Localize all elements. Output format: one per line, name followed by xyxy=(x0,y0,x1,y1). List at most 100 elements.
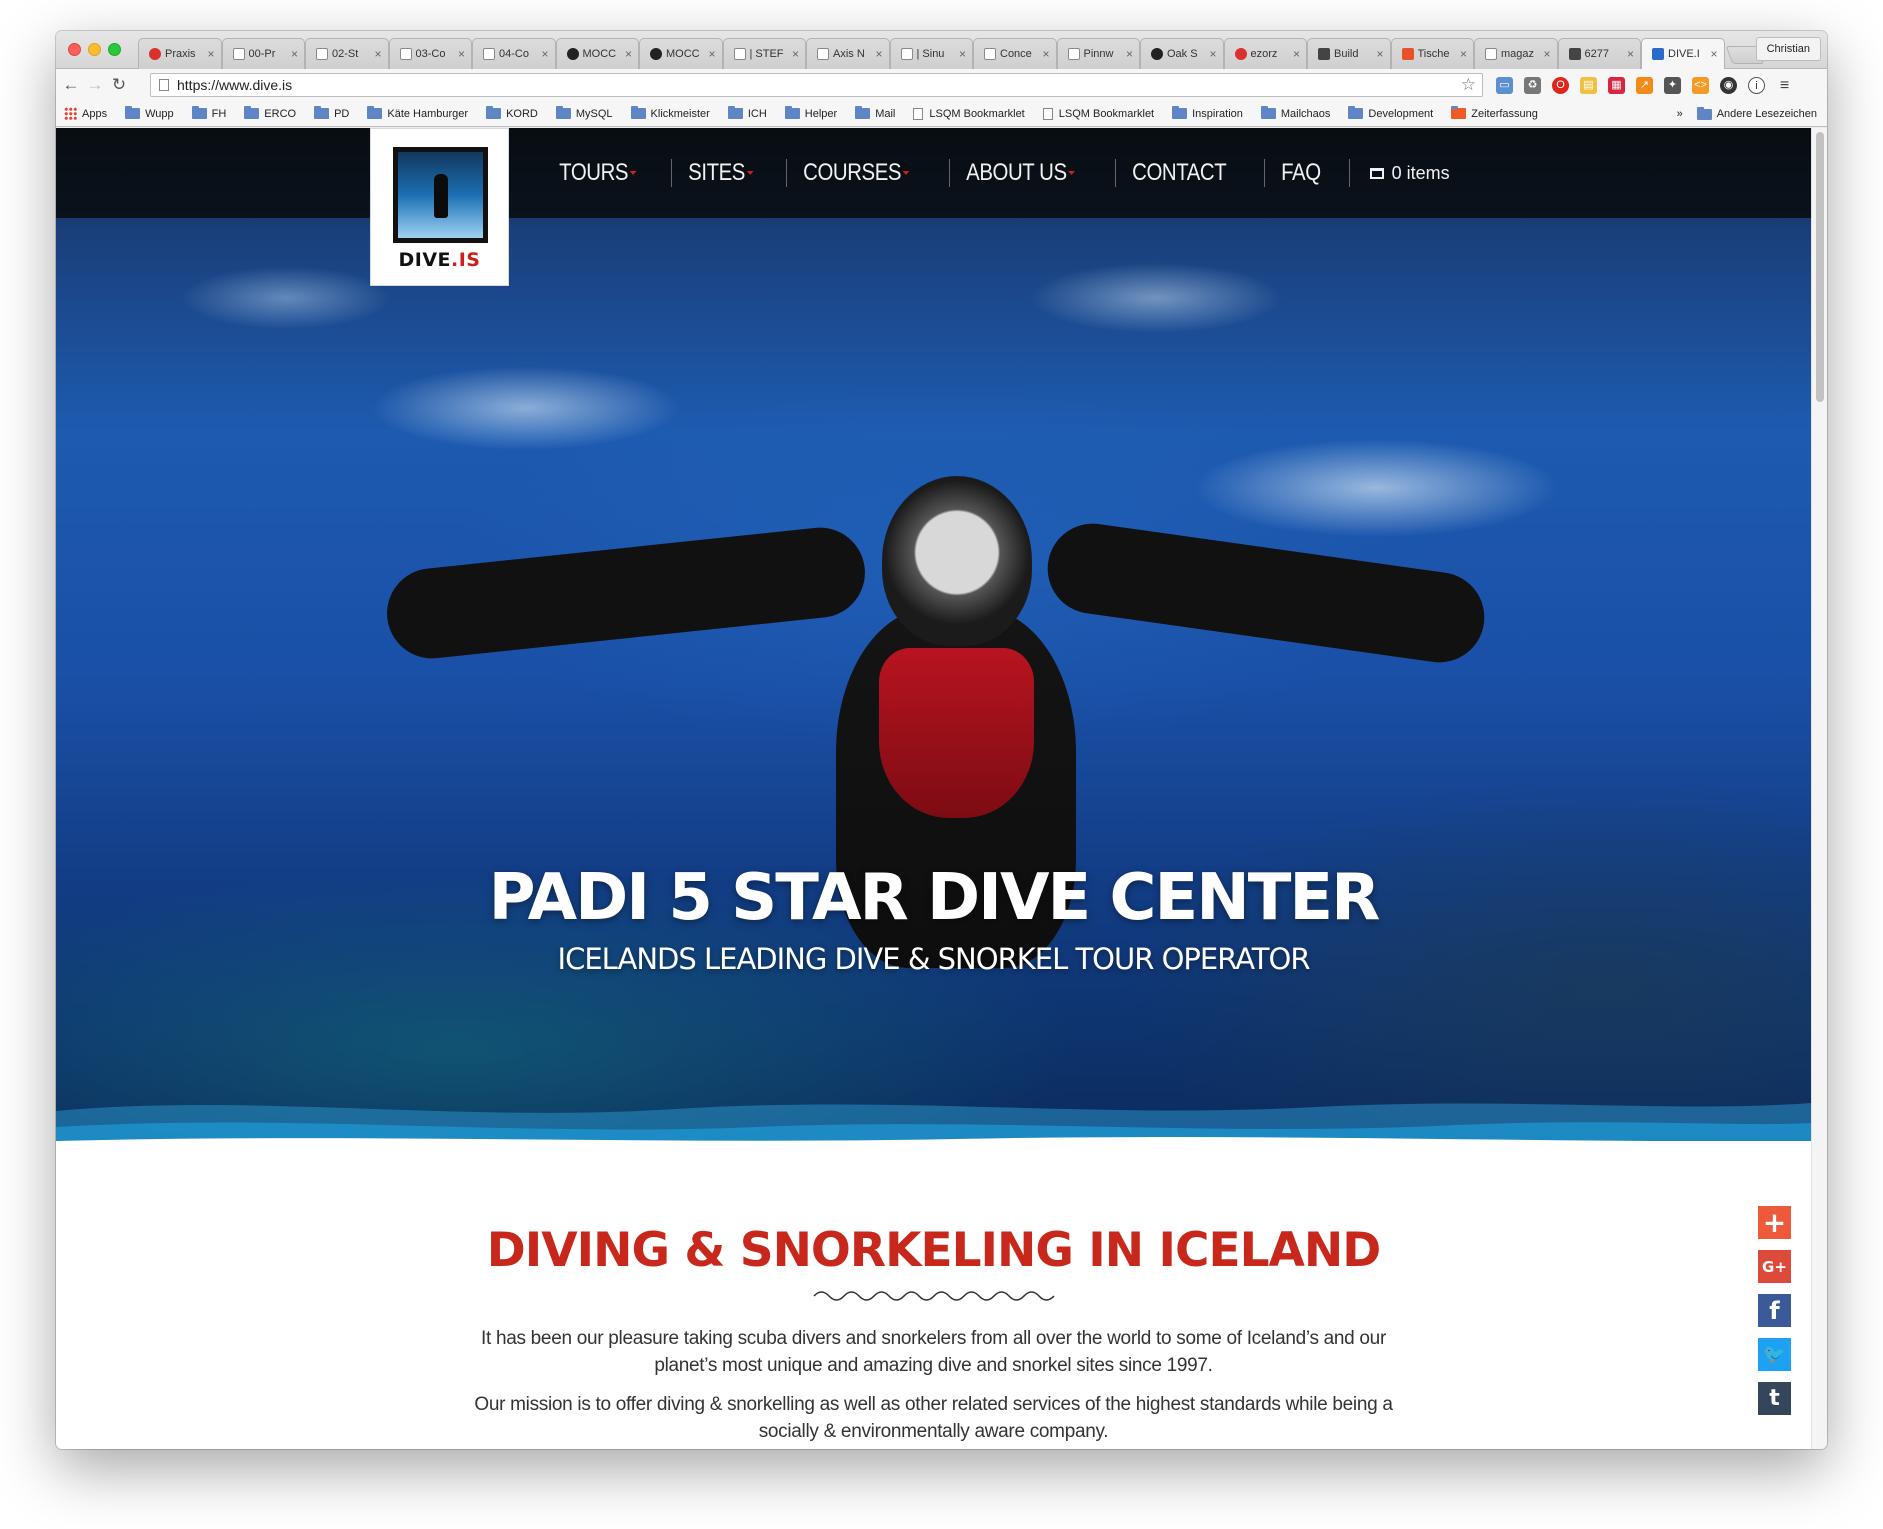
maximize-window-button[interactable] xyxy=(108,43,121,56)
browser-tab[interactable]: Tische × xyxy=(1390,38,1474,69)
tab-close-icon[interactable]: × xyxy=(708,47,715,61)
note-extension-icon[interactable]: ▤ xyxy=(1580,77,1597,94)
browser-tab[interactable]: Build × xyxy=(1307,38,1391,69)
browser-tab[interactable]: Praxis × xyxy=(138,38,222,69)
google-plus-icon[interactable]: G+ xyxy=(1758,1250,1791,1283)
bookmark-item[interactable]: ICH xyxy=(727,106,767,120)
tab-close-icon[interactable]: × xyxy=(1042,47,1049,61)
browser-tab[interactable]: Conce × xyxy=(973,38,1057,69)
grid-extension-icon[interactable]: ▦ xyxy=(1608,77,1625,94)
bookmark-item[interactable]: Development xyxy=(1348,106,1433,120)
tab-close-icon[interactable]: × xyxy=(1293,47,1300,61)
nav-item-courses[interactable]: COURSES xyxy=(787,159,925,187)
tab-close-icon[interactable]: × xyxy=(1710,47,1717,61)
browser-tab[interactable]: | Sinu × xyxy=(889,38,973,69)
browser-tab[interactable]: | STEF × xyxy=(722,38,806,69)
opera-extension-icon[interactable]: O xyxy=(1552,77,1569,94)
nav-item-faq[interactable]: FAQ xyxy=(1265,159,1336,187)
tab-close-icon[interactable]: × xyxy=(1543,47,1550,61)
tab-close-icon[interactable]: × xyxy=(625,47,632,61)
nav-item-sites[interactable]: SITES xyxy=(672,159,769,187)
bookmark-item[interactable]: FH xyxy=(191,106,226,120)
forward-button[interactable]: → xyxy=(84,74,106,96)
tab-close-icon[interactable]: × xyxy=(374,47,381,61)
chart-extension-icon[interactable]: ↗ xyxy=(1636,77,1653,94)
bookmark-item[interactable]: Mailchaos xyxy=(1260,106,1330,120)
browser-tab[interactable]: 6277 × xyxy=(1557,38,1641,69)
browser-tab[interactable]: MOCC × xyxy=(555,38,639,69)
circle-icon xyxy=(566,48,579,60)
add-share-icon[interactable]: + xyxy=(1758,1206,1791,1239)
profile-button[interactable]: Christian xyxy=(1755,37,1821,61)
tab-close-icon[interactable]: × xyxy=(458,47,465,61)
tumblr-icon[interactable]: t xyxy=(1758,1382,1791,1415)
bookmark-star-icon[interactable]: ☆ xyxy=(1461,74,1476,96)
bookmark-item[interactable]: ERCO xyxy=(244,106,296,120)
facebook-icon[interactable]: f xyxy=(1758,1294,1791,1327)
browser-tab[interactable]: 02-St × xyxy=(305,38,389,69)
tab-close-icon[interactable]: × xyxy=(1209,47,1216,61)
browser-tab[interactable]: 03-Co × xyxy=(388,38,472,69)
browser-tab[interactable]: DIVE.I × xyxy=(1641,38,1725,69)
info-extension-icon[interactable]: i xyxy=(1748,77,1765,94)
tab-close-icon[interactable]: × xyxy=(1126,47,1133,61)
bookmark-item[interactable]: Apps xyxy=(64,107,107,120)
tab-close-icon[interactable]: × xyxy=(792,47,799,61)
tab-close-icon[interactable]: × xyxy=(291,47,298,61)
address-bar[interactable]: https://www.dive.is ☆ xyxy=(150,73,1483,97)
cart-link[interactable]: 0 items xyxy=(1369,163,1450,184)
bookmarks-overflow-button[interactable]: » xyxy=(1677,108,1683,120)
bookmark-item[interactable]: Helper xyxy=(784,106,837,120)
tab-close-icon[interactable]: × xyxy=(207,47,214,61)
browser-tab[interactable]: Oak S × xyxy=(1140,38,1224,69)
scrollbar-thumb[interactable] xyxy=(1816,132,1824,402)
browser-tab[interactable]: magaz × xyxy=(1474,38,1558,69)
diver-mask xyxy=(882,476,1032,646)
recycle-extension-icon[interactable]: ♻ xyxy=(1524,77,1541,94)
bookmark-item[interactable]: MySQL xyxy=(555,106,613,120)
site-logo[interactable]: DIVE.IS xyxy=(370,128,509,286)
browser-tab[interactable]: 04-Co × xyxy=(472,38,556,69)
close-window-button[interactable] xyxy=(68,43,81,56)
bookmark-item[interactable]: Wupp xyxy=(125,106,174,120)
bookmark-item[interactable]: PD xyxy=(314,106,349,120)
tab-label: Tische xyxy=(1417,48,1450,60)
minimize-window-button[interactable] xyxy=(88,43,101,56)
circle-icon xyxy=(650,48,662,60)
bookmark-item[interactable]: Käte Hamburger xyxy=(367,106,468,120)
bookmark-item[interactable]: Klickmeister xyxy=(630,106,710,120)
bracket-extension-icon[interactable]: <> xyxy=(1692,77,1709,94)
puzzle-extension-icon[interactable]: ✦ xyxy=(1664,77,1681,94)
nav-item-about-us[interactable]: ABOUT US xyxy=(950,159,1090,187)
google-icon xyxy=(1485,48,1497,60)
browser-tab[interactable]: 00-Pr × xyxy=(221,38,305,69)
nav-item-contact[interactable]: CONTACT xyxy=(1116,159,1242,187)
bookmark-label: Zeiterfassung xyxy=(1471,107,1538,120)
bookmark-item[interactable]: Zeiterfassung xyxy=(1451,106,1538,120)
bookmark-item[interactable]: Inspiration xyxy=(1172,106,1243,120)
tab-close-icon[interactable]: × xyxy=(875,47,882,61)
browser-tab[interactable]: Axis N × xyxy=(806,38,890,69)
browser-tab[interactable]: MOCC × xyxy=(639,38,723,69)
menu-icon[interactable]: ≡ xyxy=(1776,77,1793,94)
browser-tab[interactable]: Pinnw × xyxy=(1056,38,1140,69)
bookmark-item[interactable]: KORD xyxy=(486,106,538,120)
wave-divider xyxy=(56,1103,1811,1141)
browser-tab[interactable]: ezorz × xyxy=(1223,38,1307,69)
tab-close-icon[interactable]: × xyxy=(959,47,966,61)
tab-close-icon[interactable]: × xyxy=(1627,47,1634,61)
tab-close-icon[interactable]: × xyxy=(1376,47,1383,61)
bookmark-item[interactable]: LSQM Bookmarklet xyxy=(1042,107,1154,120)
twitter-icon[interactable]: 🐦 xyxy=(1758,1338,1791,1371)
cast-extension-icon[interactable]: ▭ xyxy=(1496,77,1513,94)
reload-button[interactable]: ↻ xyxy=(108,74,130,96)
bookmark-item[interactable]: Mail xyxy=(855,106,895,120)
tab-close-icon[interactable]: × xyxy=(541,47,548,61)
tab-close-icon[interactable]: × xyxy=(1460,47,1467,61)
back-button[interactable]: ← xyxy=(60,74,82,96)
color-extension-icon[interactable]: ◉ xyxy=(1720,77,1737,94)
bookmark-item[interactable]: LSQM Bookmarklet xyxy=(913,107,1025,120)
nav-item-tours[interactable]: TOURS xyxy=(543,159,652,187)
page-scrollbar[interactable] xyxy=(1811,128,1827,1449)
other-bookmarks-button[interactable]: Andere Lesezeichen xyxy=(1696,106,1817,120)
